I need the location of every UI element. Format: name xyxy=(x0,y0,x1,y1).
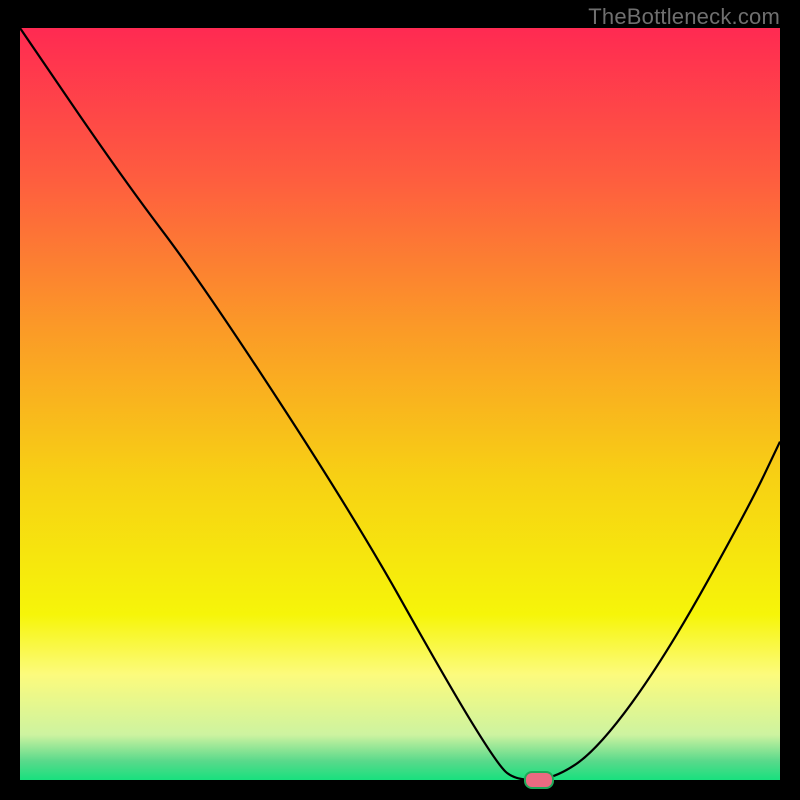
optimal-marker xyxy=(524,771,554,789)
watermark-text: TheBottleneck.com xyxy=(588,4,780,30)
gradient-background xyxy=(20,28,780,780)
chart-frame: TheBottleneck.com xyxy=(0,0,800,800)
